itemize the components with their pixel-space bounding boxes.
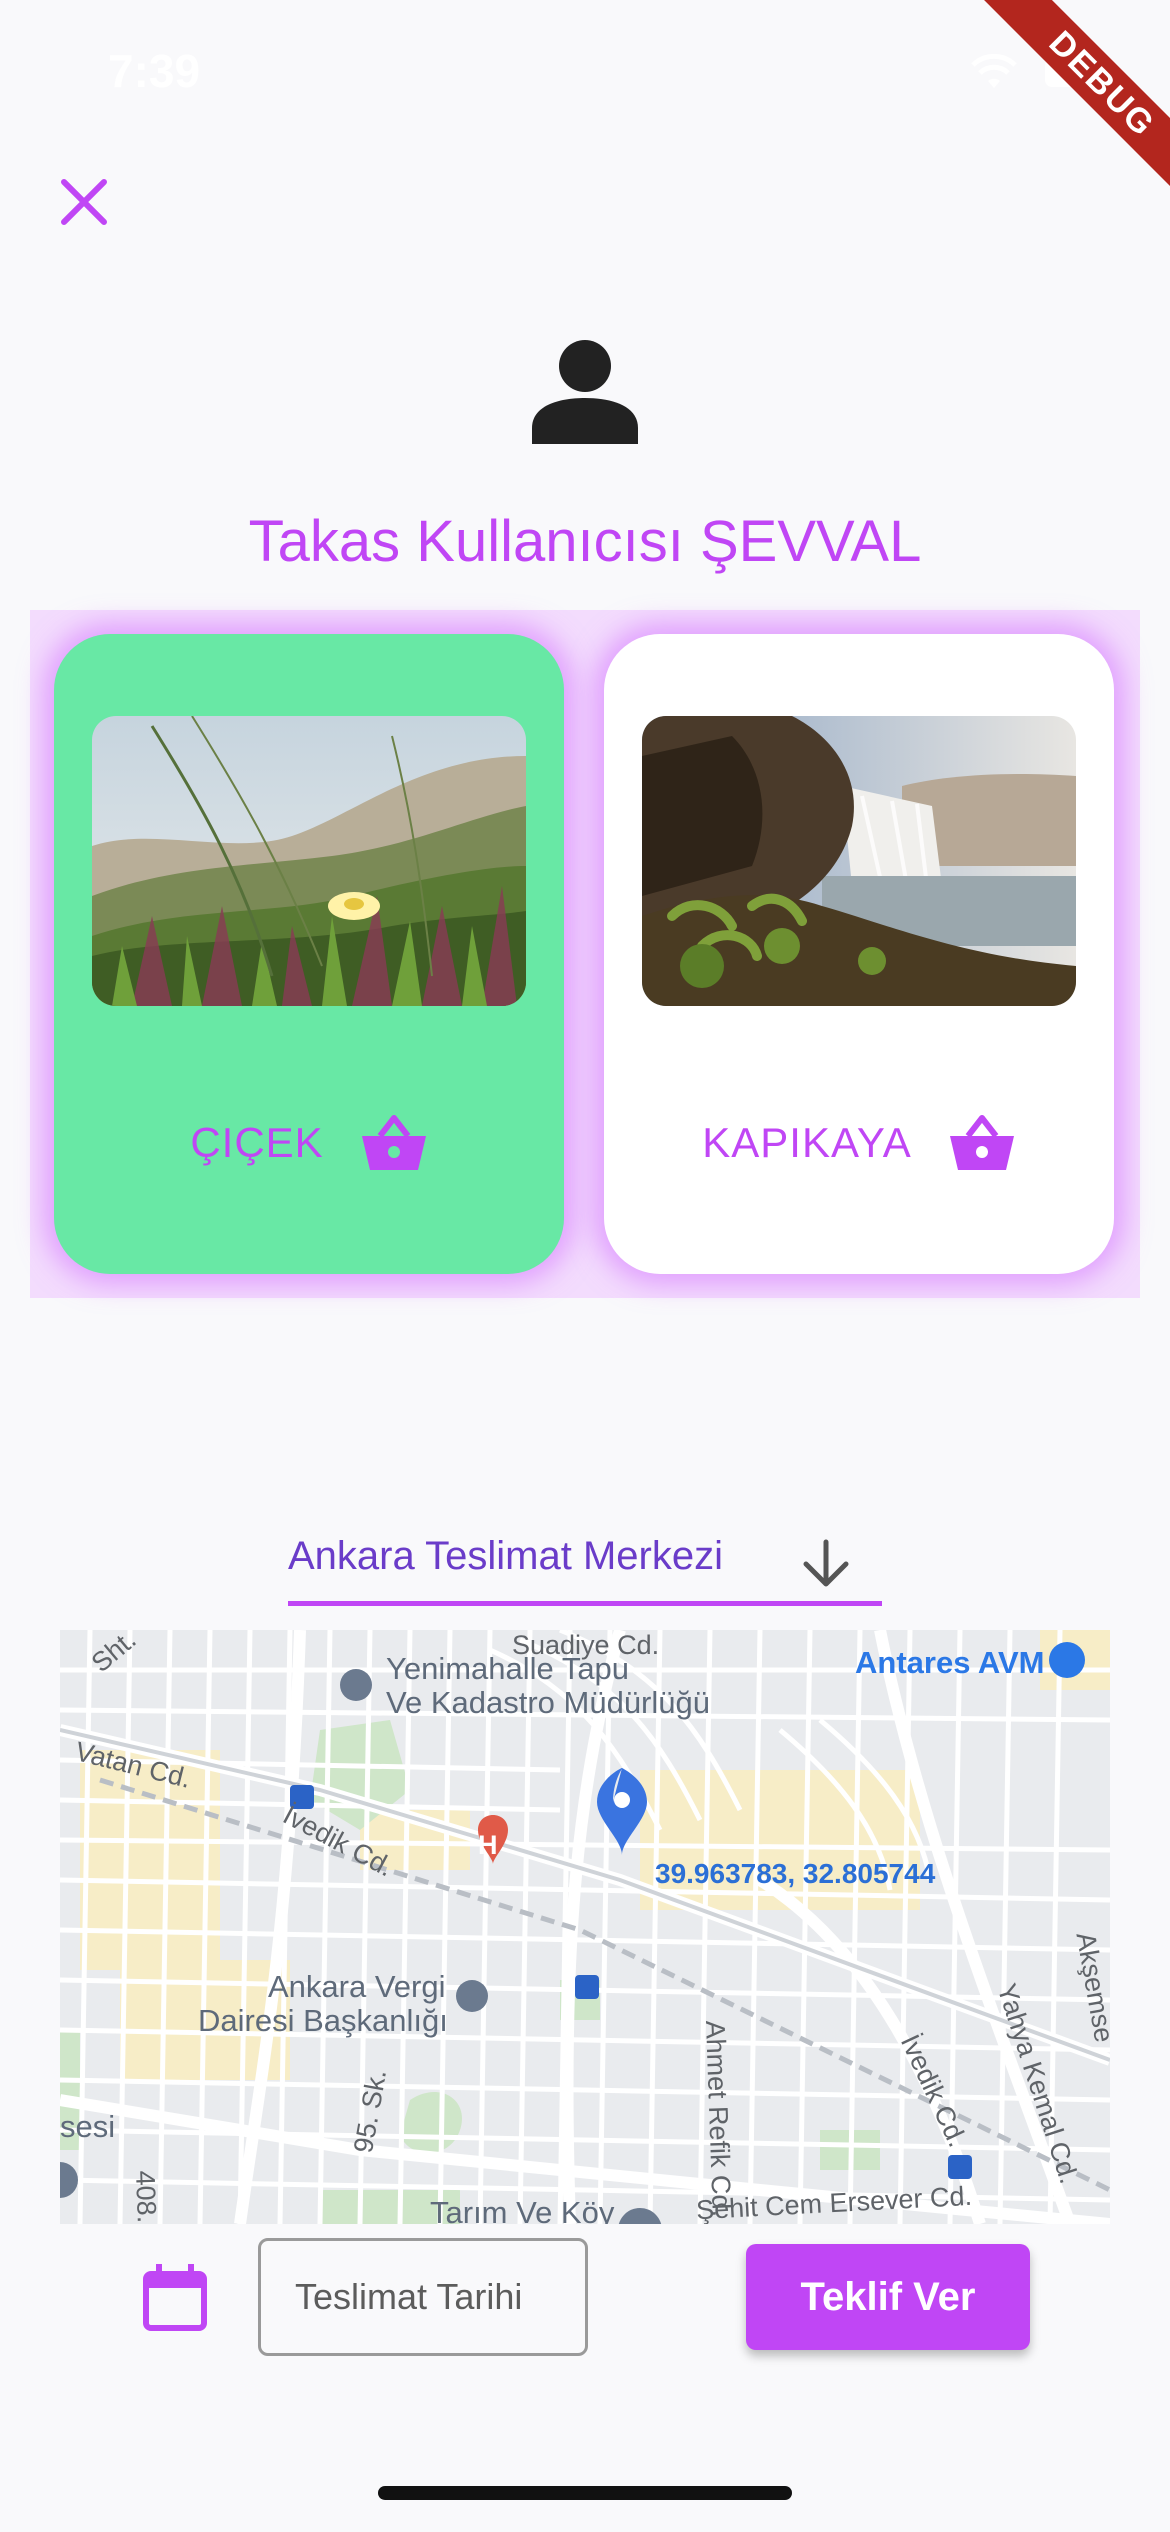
arrow-down-icon — [803, 1539, 849, 1587]
card-label-row: ÇIÇEK — [54, 1112, 564, 1174]
make-offer-button[interactable]: Teklif Ver — [746, 2244, 1030, 2350]
map-pin-coordinates: 39.963783, 32.805744 — [655, 1858, 936, 1889]
map-poi-label: Dairesi Başkanlığı — [198, 2003, 448, 2038]
status-time: 7:39 — [108, 45, 201, 97]
map-poi-label: Tarım Ve Köy — [430, 2195, 615, 2225]
map-poi-label: Antares AVM — [855, 1645, 1045, 1680]
basket-icon[interactable] — [360, 1112, 428, 1174]
debug-ribbon: DEBUG — [971, 0, 1170, 200]
map-street-label: 408. — [130, 2170, 162, 2224]
card-label-row: KAPIKAYA — [604, 1112, 1114, 1174]
card-label: ÇIÇEK — [190, 1119, 324, 1166]
page-title: Takas Kullanıcısı ŞEVVAL — [248, 509, 922, 574]
cards-region: ÇIÇEK KAPIKAYA — [30, 610, 1140, 1298]
product-card-cicek[interactable]: ÇIÇEK — [54, 634, 564, 1274]
map-poi-label: Yenimahalle Tapu — [386, 1651, 630, 1686]
dropdown-selected-value: Ankara Teslimat Merkezi — [288, 1534, 723, 1578]
home-indicator[interactable] — [378, 2486, 792, 2500]
calendar-icon[interactable] — [140, 2262, 210, 2332]
map-poi-label: Ve Kadastro Müdürlüğü — [386, 1685, 710, 1720]
hospital-icon: H — [478, 1830, 498, 1860]
map-poi-label: sesi — [60, 2109, 116, 2144]
delivery-center-dropdown[interactable]: Ankara Teslimat Merkezi — [288, 1522, 882, 1606]
card-label: KAPIKAYA — [702, 1119, 912, 1166]
product-card-kapikaya[interactable]: KAPIKAYA — [604, 634, 1114, 1274]
delivery-date-field[interactable] — [258, 2238, 588, 2356]
flower-dunes-photo — [92, 716, 526, 1006]
basket-icon[interactable] — [948, 1112, 1016, 1174]
map-poi-label: Ankara Vergi — [268, 1969, 446, 2004]
debug-banner: DEBUG — [970, 0, 1170, 200]
map-view[interactable]: Suadiye Cd. Antares AVM Yenimahalle Tapu… — [60, 1630, 1110, 2224]
person-icon — [532, 340, 638, 444]
close-icon[interactable] — [52, 170, 116, 234]
waterfall-photo — [642, 716, 1076, 1006]
